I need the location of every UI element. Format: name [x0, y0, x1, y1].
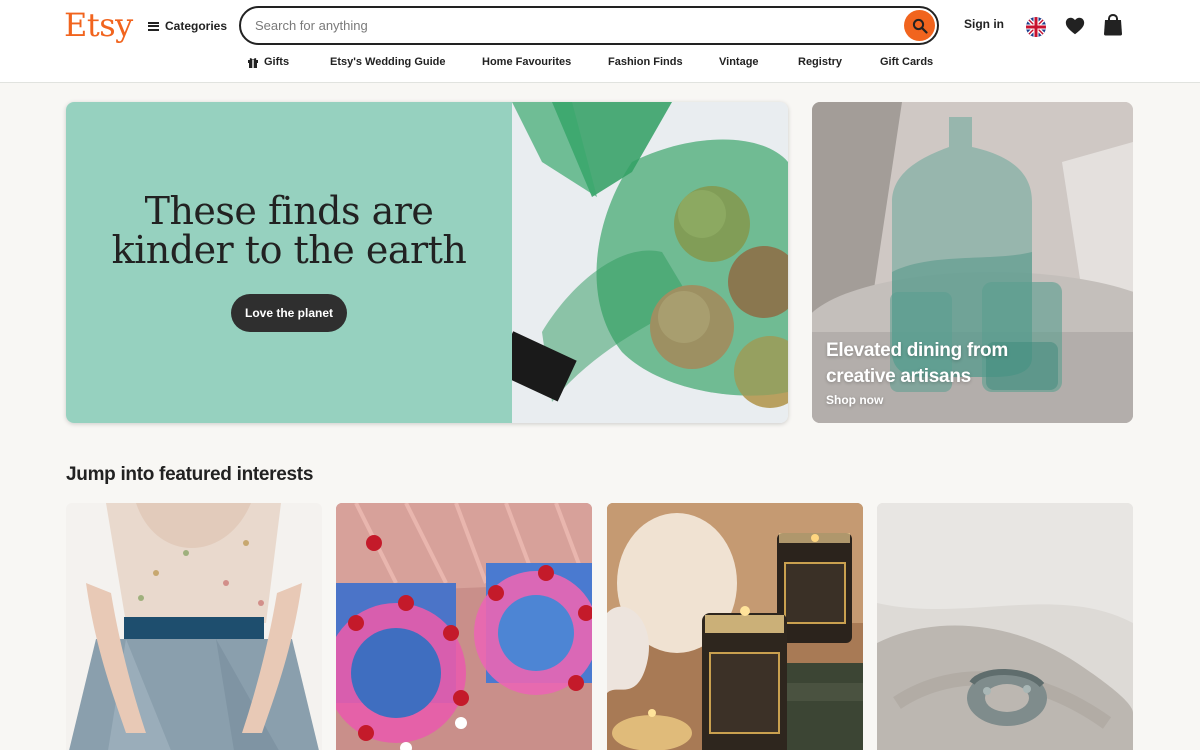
interest-card-candles[interactable] [607, 503, 863, 750]
nav-item-gift-cards[interactable]: Gift Cards [880, 56, 933, 68]
hero-title: These finds are kinder to the earth [66, 192, 512, 270]
favourites-heart-icon[interactable] [1064, 15, 1086, 37]
shopping-bag-icon[interactable] [1103, 13, 1123, 36]
categories-label: Categories [165, 19, 228, 33]
ring-image [877, 503, 1133, 750]
gift-icon [248, 58, 258, 68]
nav-item-fashion-finds[interactable]: Fashion Finds [608, 56, 683, 68]
search-icon [912, 18, 928, 34]
site-header: Etsy Categories Sign in [0, 0, 1200, 83]
categories-button[interactable]: Categories [148, 17, 227, 35]
hero-title-line-1: These finds are [144, 189, 434, 233]
interest-card-ring[interactable] [877, 503, 1133, 750]
search-bar [239, 6, 939, 45]
etsy-logo[interactable]: Etsy [64, 6, 133, 44]
candles-image [607, 503, 863, 750]
nav-item-gifts[interactable]: Gifts [247, 56, 289, 68]
nav-item-label: Gifts [264, 56, 290, 68]
hero-banner[interactable]: These finds are kinder to the earth Love… [66, 102, 788, 423]
pink-cakes-image [336, 503, 592, 750]
menu-icon [148, 21, 159, 31]
hero-text-panel: These finds are kinder to the earth Love… [66, 102, 512, 423]
sign-in-link[interactable]: Sign in [964, 17, 1004, 31]
search-input[interactable] [255, 8, 895, 43]
nav-item-registry[interactable]: Registry [798, 56, 842, 68]
promo-title: Elevated dining from creative artisans [826, 340, 1008, 387]
search-button[interactable] [904, 10, 935, 41]
hero-title-line-2: kinder to the earth [111, 228, 467, 272]
wedding-dress-image [66, 503, 322, 750]
love-the-planet-button[interactable]: Love the planet [231, 294, 347, 332]
promo-card-dining[interactable]: Elevated dining from creative artisans S… [812, 102, 1133, 423]
nav-item-wedding-guide[interactable]: Etsy's Wedding Guide [330, 56, 445, 68]
uk-flag-icon[interactable] [1026, 17, 1046, 37]
interest-card-cakes[interactable] [336, 503, 592, 750]
shop-now-link[interactable]: Shop now [826, 393, 883, 407]
interest-card-wedding[interactable] [66, 503, 322, 750]
nav-item-vintage[interactable]: Vintage [719, 56, 759, 68]
produce-bag-image [512, 102, 788, 423]
category-nav: Gifts Etsy's Wedding Guide Home Favourit… [0, 52, 1200, 74]
nav-item-home-favourites[interactable]: Home Favourites [482, 56, 571, 68]
featured-interests-title: Jump into featured interests [66, 464, 314, 485]
